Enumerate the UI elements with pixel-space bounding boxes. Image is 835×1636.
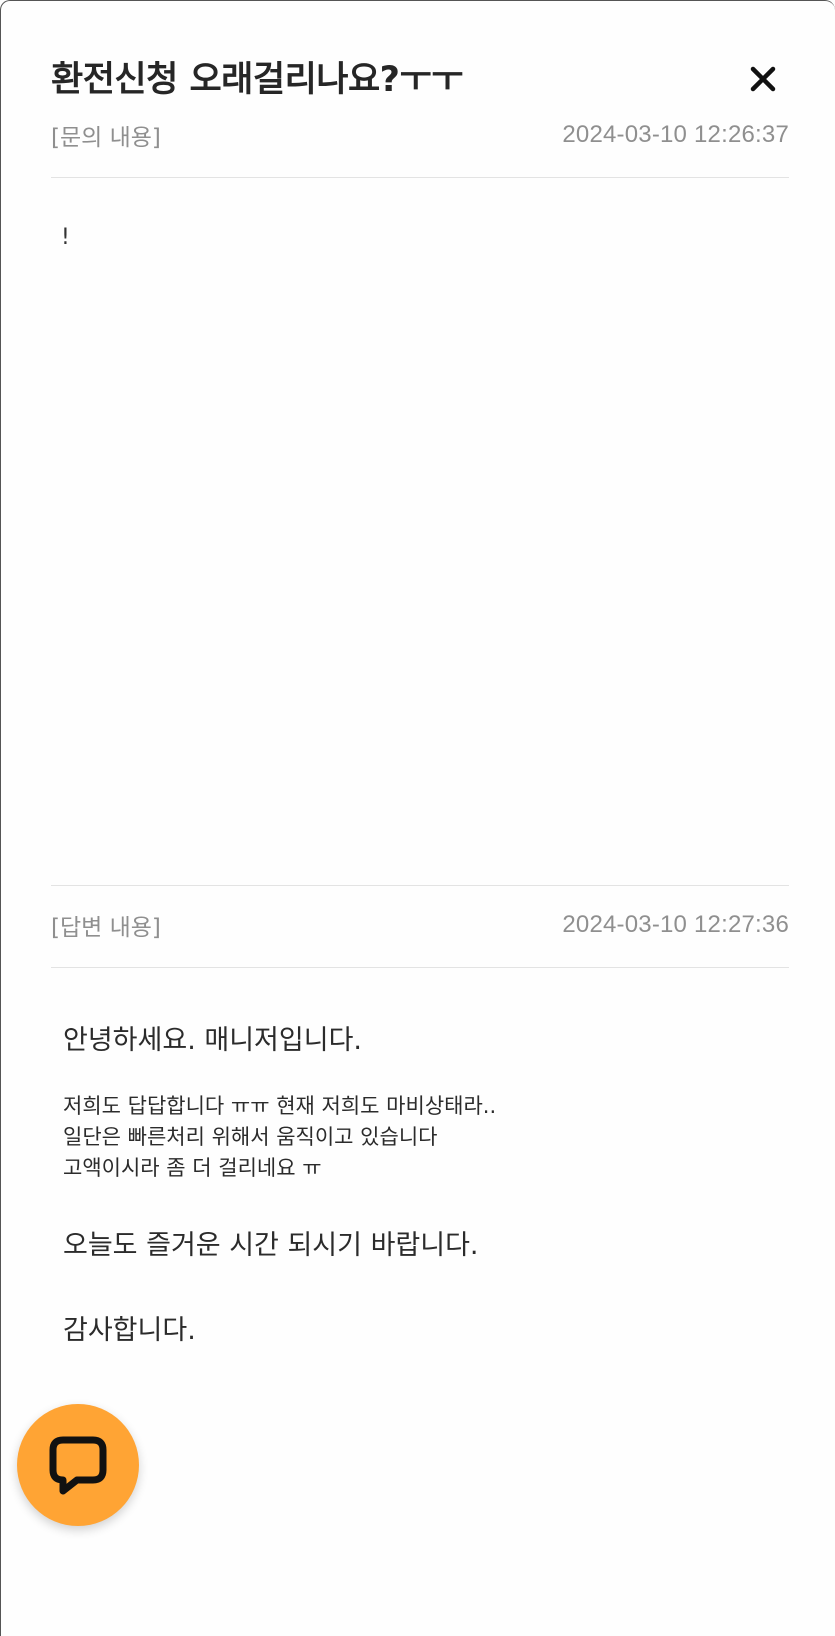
answer-line: 저희도 답답합니다 ㅠㅠ 현재 저희도 마비상태라.. [63, 1094, 497, 1118]
answer-greeting: 안녕하세요. 매니저입니다. [63, 1025, 362, 1056]
question-date: 2024-03-10 12:26:37 [562, 121, 789, 148]
divider [51, 177, 789, 178]
answer-line: 고액이시라 좀 더 걸리네요 ㅠ [63, 1156, 322, 1180]
chat-bubble-icon [49, 1436, 107, 1495]
chat-button[interactable] [17, 1404, 139, 1526]
question-label: [문의 내용] [51, 125, 161, 151]
answer-closing: 오늘도 즐거운 시간 되시기 바랍니다. [63, 1230, 479, 1261]
answer-label: [답변 내용] [51, 915, 161, 941]
close-button[interactable] [741, 57, 785, 101]
divider [51, 967, 789, 968]
divider [51, 885, 789, 886]
question-meta: [문의 내용] 2024-03-10 12:26:37 [51, 117, 789, 153]
answer-date: 2024-03-10 12:27:36 [562, 911, 789, 938]
answer-meta: [답변 내용] 2024-03-10 12:27:36 [51, 907, 789, 943]
answer-line: 일단은 빠른처리 위해서 움직이고 있습니다 [63, 1125, 438, 1149]
inquiry-detail-modal: 환전신청 오래걸리나요?ㅜㅜ [문의 내용] 2024-03-10 12:26:… [0, 0, 835, 1636]
answer-thanks: 감사합니다. [63, 1315, 196, 1346]
answer-message: 저희도 답답합니다 ㅠㅠ 현재 저희도 마비상태라.. 일단은 빠른처리 위해서… [63, 1091, 496, 1184]
inquiry-title: 환전신청 오래걸리나요?ㅜㅜ [51, 60, 463, 100]
question-body: ! [61, 225, 70, 250]
close-icon [750, 66, 776, 92]
